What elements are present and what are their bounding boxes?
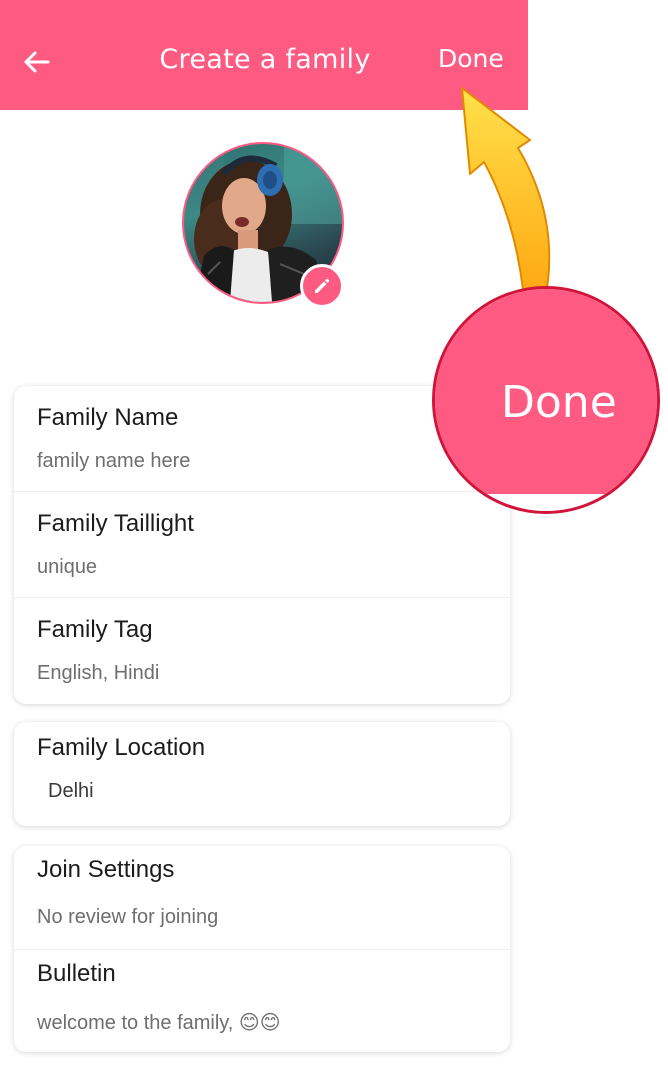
family-settings-card: Join Settings No review for joining Bull… (14, 846, 510, 1052)
bulletin-field[interactable]: Bulletin welcome to the family, 😊😊 (14, 949, 510, 1053)
field-label: Family Name (37, 404, 179, 431)
family-taillight-field[interactable]: Family Taillight unique (14, 491, 510, 597)
edit-avatar-button[interactable] (300, 264, 344, 308)
family-avatar-container (182, 142, 344, 308)
family-location-card: Family Location Delhi (14, 722, 510, 826)
field-value: No review for joining (37, 906, 219, 928)
back-button[interactable] (18, 42, 58, 82)
field-value: family name here (37, 450, 191, 472)
family-tag-field[interactable]: Family Tag English, Hindi (14, 597, 510, 703)
zoom-callout-label: Done (501, 377, 617, 428)
field-value: English, Hindi (37, 662, 160, 684)
field-value: Delhi (48, 780, 94, 802)
family-location-field[interactable]: Family Location Delhi (14, 722, 510, 826)
done-button[interactable]: Done (438, 44, 504, 73)
field-value: welcome to the family, 😊😊 (37, 1012, 281, 1034)
field-label: Family Taillight (37, 510, 194, 537)
page-title: Create a family (159, 44, 371, 75)
arrow-left-icon (24, 51, 50, 73)
field-value: unique (37, 556, 98, 578)
zoom-callout: Done (432, 286, 660, 514)
field-label: Join Settings (37, 856, 175, 883)
field-label: Family Location (37, 734, 206, 761)
app-bar: Create a family Done (0, 0, 528, 110)
pencil-icon (315, 278, 330, 293)
field-label: Bulletin (37, 960, 116, 987)
join-settings-field[interactable]: Join Settings No review for joining (14, 846, 510, 949)
field-label: Family Tag (37, 616, 153, 643)
